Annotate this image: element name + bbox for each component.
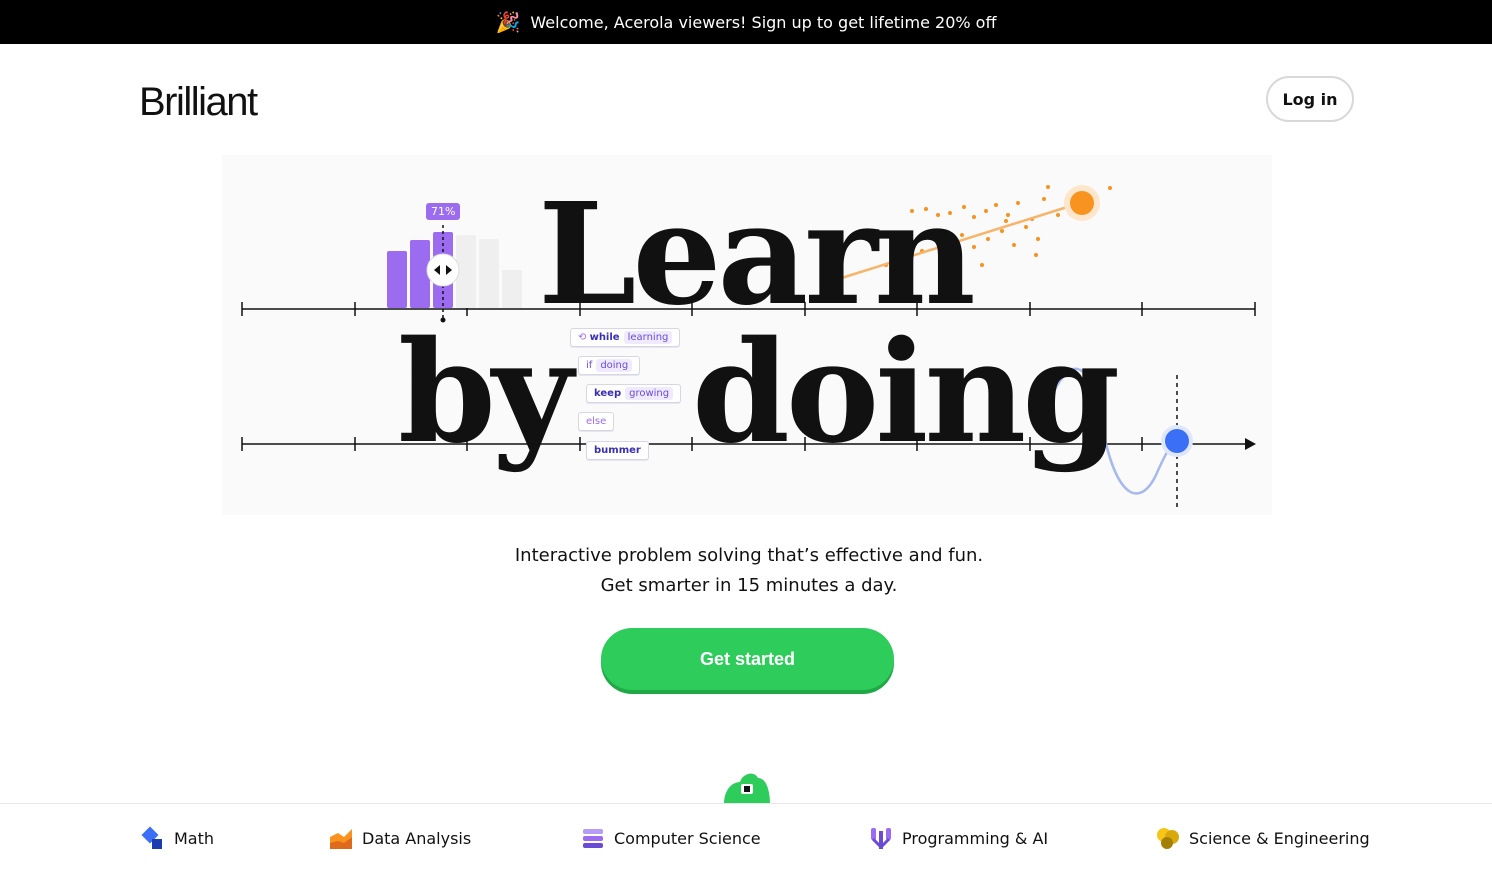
code-keyword-keep: keep — [594, 388, 622, 399]
category-label: Computer Science — [614, 828, 761, 848]
bar-1 — [387, 251, 407, 308]
loop-icon: ⟲ — [578, 332, 587, 343]
tagline: Interactive problem solving that’s effec… — [509, 541, 989, 601]
headline-by: by — [398, 311, 573, 475]
slider-knob — [426, 253, 460, 287]
brilliant-logo[interactable]: Brilliant — [139, 80, 258, 125]
headline-doing: doing — [692, 311, 1120, 475]
programming-ai-icon — [871, 828, 891, 850]
category-programming-ai[interactable]: Programming & AI — [868, 818, 1048, 858]
code-else-chip: else — [578, 412, 615, 431]
get-started-button[interactable]: Get started — [601, 628, 894, 690]
category-label: Data Analysis — [362, 828, 472, 848]
code-keyword-while: while — [589, 332, 620, 343]
code-keyword-else: else — [586, 416, 607, 427]
code-while-chip: ⟲ while learning — [570, 328, 681, 347]
wave-point — [1165, 429, 1189, 453]
category-math[interactable]: Math — [140, 818, 214, 858]
tagline-line-2: Get smarter in 15 minutes a day. — [600, 575, 898, 596]
tagline-line-1: Interactive problem solving that’s effec… — [514, 545, 984, 566]
computer-science-icon — [583, 829, 603, 848]
code-var-doing: doing — [596, 359, 633, 372]
login-button[interactable]: Log in — [1266, 76, 1354, 122]
promo-banner[interactable]: 🎉 Welcome, Acerola viewers! Sign up to g… — [0, 0, 1492, 44]
category-nav: Math Data Analysis Computer Science Prog… — [0, 803, 1492, 873]
bar-5 — [479, 239, 499, 308]
mascot-icon — [724, 773, 770, 804]
bar-6 — [502, 270, 522, 308]
party-popper-icon: 🎉 — [495, 10, 521, 34]
code-bummer-chip: bummer — [586, 441, 649, 460]
category-science-engineering[interactable]: Science & Engineering — [1155, 818, 1370, 858]
category-computer-science[interactable]: Computer Science — [580, 818, 761, 858]
promo-text: Welcome, Acerola viewers! Sign up to get… — [530, 12, 997, 32]
code-var-growing: growing — [625, 387, 674, 400]
code-keyword-bummer: bummer — [594, 445, 641, 456]
code-var-learning: learning — [623, 331, 673, 344]
data-analysis-icon — [330, 829, 352, 849]
category-label: Science & Engineering — [1189, 828, 1370, 848]
slider-percent-badge: 71% — [426, 203, 461, 220]
headline-learn: Learn — [538, 173, 976, 337]
regression-end-point — [1070, 191, 1094, 215]
category-label: Programming & AI — [902, 828, 1049, 848]
category-label: Math — [174, 828, 215, 848]
code-keyword-if: if — [586, 360, 593, 371]
category-data-analysis[interactable]: Data Analysis — [328, 818, 471, 858]
math-icon — [141, 826, 162, 849]
code-keep-chip: keep growing — [586, 384, 682, 403]
code-if-chip: if doing — [578, 356, 641, 375]
science-engineering-icon — [1157, 828, 1179, 849]
hero-illustration: Learn by doing 71% ⟲ while learning if doi… — [222, 155, 1272, 515]
